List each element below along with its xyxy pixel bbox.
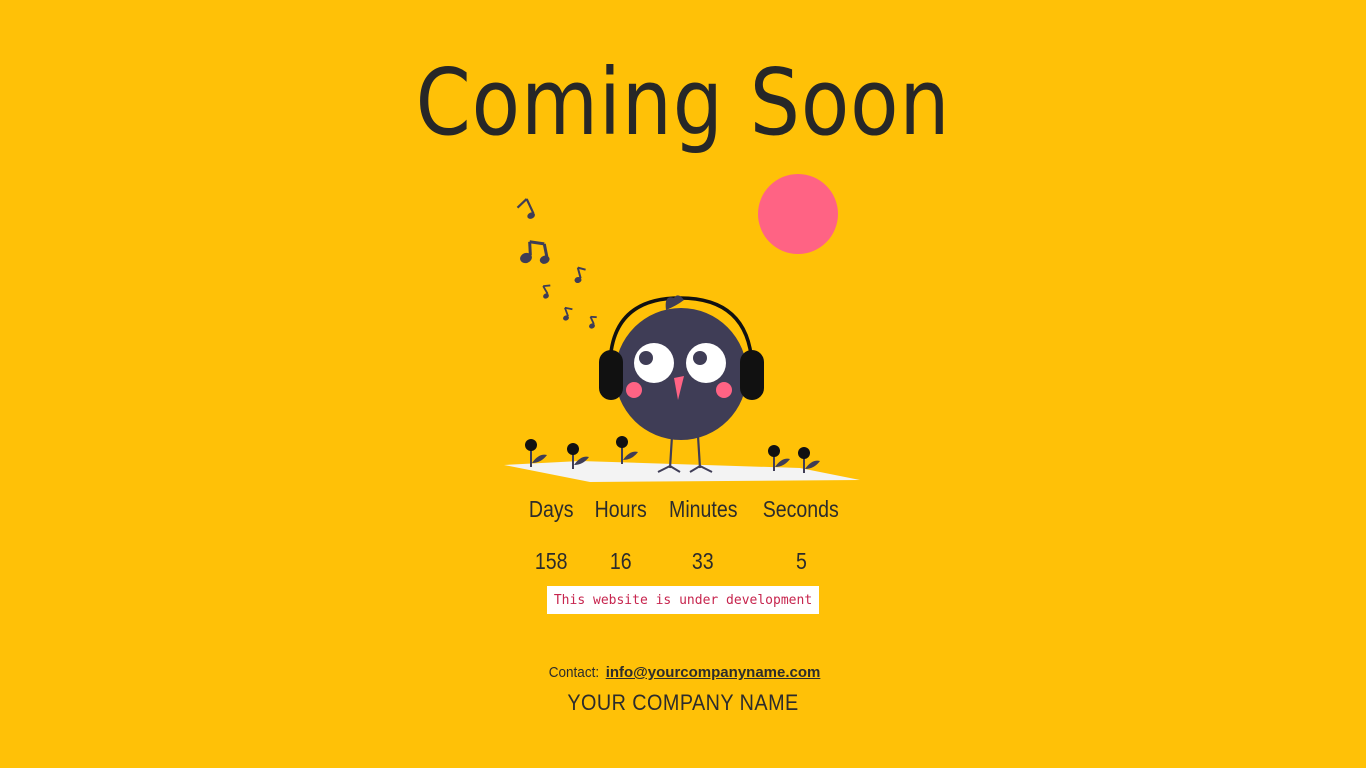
seconds-label: Seconds xyxy=(762,496,840,522)
contact-line: Contact: info@yourcompanyname.com xyxy=(0,664,1366,681)
hours-value: 16 xyxy=(610,548,632,574)
days-value: 158 xyxy=(534,548,568,574)
page-title: Coming Soon xyxy=(415,49,951,156)
countdown-hours: Hours 16 xyxy=(592,494,650,576)
ground xyxy=(504,461,860,482)
contact-label: Contact: xyxy=(548,664,599,681)
seconds-value: 5 xyxy=(795,548,807,574)
countdown-days: Days 158 xyxy=(520,494,582,576)
days-label: Days xyxy=(528,496,574,522)
countdown: Days 158 Hours 16 Minutes 33 Seconds 5 xyxy=(520,494,846,576)
hours-label: Hours xyxy=(594,496,648,522)
countdown-seconds: Seconds 5 xyxy=(756,494,846,576)
countdown-minutes: Minutes 33 xyxy=(660,494,746,576)
contact-email-link[interactable]: info@yourcompanyname.com xyxy=(606,664,821,681)
minutes-label: Minutes xyxy=(668,496,738,522)
illustration-svg xyxy=(504,174,860,482)
minutes-value: 33 xyxy=(692,548,714,574)
company-name: YOUR COMPANY NAME xyxy=(567,690,799,715)
sun-icon xyxy=(758,174,838,254)
illustration xyxy=(500,168,866,488)
music-notes-icon xyxy=(516,198,597,329)
development-notice: This website is under development xyxy=(547,586,819,614)
